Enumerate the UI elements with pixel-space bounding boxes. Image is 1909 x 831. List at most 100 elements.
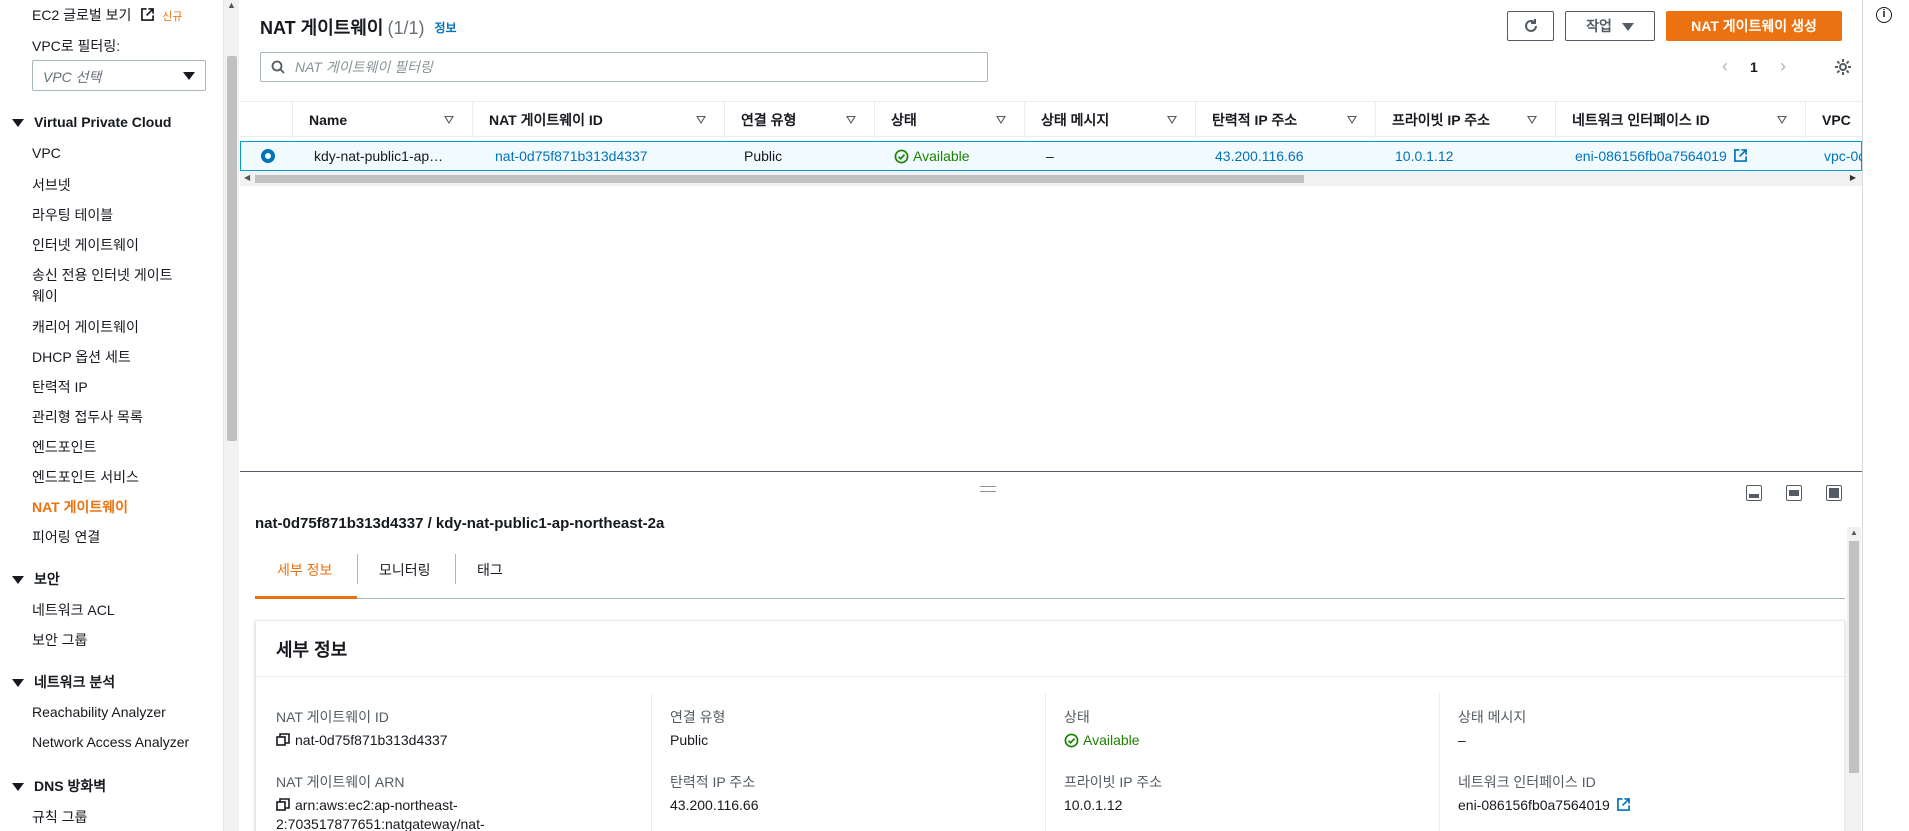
private-ip-value[interactable]: 10.0.1.12: [1064, 797, 1122, 813]
pagination-prev-icon[interactable]: ‹: [1722, 56, 1728, 77]
cell-eni-link[interactable]: eni-086156fb0a7564019: [1575, 142, 1805, 170]
sidebar-item-vpc[interactable]: VPC: [32, 145, 61, 161]
column-divider: [651, 693, 652, 831]
caret-down-icon: [183, 72, 195, 80]
table-horizontal-scrollbar[interactable]: ◀ ▶: [240, 172, 1862, 186]
sidebar-item-managed-prefix-lists[interactable]: 관리형 접두사 목록: [32, 407, 143, 427]
sort-icon[interactable]: [996, 116, 1006, 124]
caret-down-icon: [12, 679, 24, 688]
cell-elastic-ip-link[interactable]: 43.200.116.66: [1215, 142, 1365, 170]
copy-icon[interactable]: [276, 798, 290, 812]
table-row[interactable]: kdy-nat-public1-ap… nat-0d75f871b313d433…: [240, 141, 1862, 171]
sidebar-item-security-groups[interactable]: 보안 그룹: [32, 630, 87, 650]
split-scroll-thumb[interactable]: [1849, 541, 1859, 773]
column-header-state-message[interactable]: 상태 메시지: [1024, 102, 1195, 138]
vpc-filter-select[interactable]: VPC 선택: [32, 60, 206, 91]
cell-state-message: –: [1046, 148, 1054, 164]
resize-handle[interactable]: [980, 486, 996, 492]
column-header-eni[interactable]: 네트워크 인터페이스 ID: [1555, 102, 1805, 138]
sidebar-item-endpoints[interactable]: 엔드포인트: [32, 437, 96, 457]
new-badge: 신규: [162, 11, 183, 23]
sort-icon[interactable]: [1527, 116, 1537, 124]
actions-button[interactable]: 작업: [1565, 11, 1655, 41]
cell-nat-id-link[interactable]: nat-0d75f871b313d4337: [495, 142, 715, 170]
active-tab-indicator: [255, 596, 357, 599]
sort-icon[interactable]: [1167, 116, 1177, 124]
section-security[interactable]: 보안: [12, 569, 60, 589]
sidebar-item-rule-groups[interactable]: 규칙 그룹: [32, 807, 87, 827]
section-dns-firewall[interactable]: DNS 방화벽: [12, 776, 106, 796]
column-header-nat-id[interactable]: NAT 게이트웨이 ID: [472, 102, 724, 138]
column-header-private-ip[interactable]: 프라이빗 IP 주소: [1375, 102, 1555, 138]
elastic-ip-link[interactable]: 43.200.116.66: [670, 797, 759, 813]
sidebar-item-internet-gateways[interactable]: 인터넷 게이트웨이: [32, 235, 139, 255]
panel-full-icon[interactable]: [1826, 485, 1842, 501]
section-network-analysis[interactable]: 네트워크 분석: [12, 672, 115, 692]
tabs-divider: [255, 598, 1845, 599]
cell-private-ip[interactable]: 10.0.1.12: [1395, 142, 1545, 170]
sort-icon[interactable]: [696, 116, 706, 124]
panel-side-icon[interactable]: [1786, 485, 1802, 501]
sort-icon[interactable]: [846, 116, 856, 124]
sidebar-scroll-thumb[interactable]: [227, 56, 237, 441]
scroll-right-icon[interactable]: ▶: [1850, 173, 1856, 182]
sidebar-item-dhcp-options[interactable]: DHCP 옵션 세트: [32, 347, 131, 367]
ec2-global-view-link[interactable]: EC2 글로벌 보기 신규: [32, 5, 182, 25]
sidebar-item-egress-only-igw[interactable]: 송신 전용 인터넷 게이트: [32, 265, 172, 285]
sidebar-item-peering-connections[interactable]: 피어링 연결: [32, 527, 100, 547]
tab-monitoring[interactable]: 모니터링: [379, 560, 431, 580]
right-rail: [1863, 0, 1909, 831]
sidebar-scrollbar[interactable]: ▲: [223, 0, 239, 831]
scroll-left-icon[interactable]: ◀: [244, 173, 250, 182]
column-header-state[interactable]: 상태: [874, 102, 1024, 138]
state-message-value: –: [1458, 732, 1466, 748]
sort-icon[interactable]: [1347, 116, 1357, 124]
copy-icon[interactable]: [276, 733, 290, 747]
section-vpc[interactable]: Virtual Private Cloud: [12, 114, 171, 130]
table-scroll-thumb[interactable]: [255, 175, 1304, 183]
check-circle-icon: [1064, 733, 1079, 748]
split-panel-scrollbar[interactable]: ▲: [1847, 527, 1861, 831]
eni-link[interactable]: eni-086156fb0a7564019: [1458, 797, 1630, 813]
tab-tags[interactable]: 태그: [477, 560, 503, 580]
sidebar-item-egress-only-igw-line2[interactable]: 웨이: [32, 286, 58, 306]
caret-down-icon: [12, 576, 24, 585]
scroll-up-icon[interactable]: ▲: [227, 0, 236, 10]
column-header-name[interactable]: Name: [292, 102, 472, 138]
pagination-page-number[interactable]: 1: [1750, 59, 1758, 75]
page-title: NAT 게이트웨이 (1/1) 정보: [260, 18, 457, 38]
sidebar-item-reachability-analyzer[interactable]: Reachability Analyzer: [32, 704, 166, 720]
sidebar-item-carrier-gateways[interactable]: 캐리어 게이트웨이: [32, 317, 139, 337]
pagination-next-icon[interactable]: ›: [1780, 56, 1786, 77]
cell-vpc-link[interactable]: vpc-0c: [1824, 142, 1862, 170]
sidebar-item-network-access-analyzer[interactable]: Network Access Analyzer: [32, 734, 189, 750]
search-input[interactable]: NAT 게이트웨이 필터링: [260, 52, 988, 82]
column-header-connectivity[interactable]: 연결 유형: [724, 102, 874, 138]
row-radio-button[interactable]: [261, 149, 275, 163]
sort-icon[interactable]: [444, 116, 454, 124]
panel-bottom-icon[interactable]: [1746, 485, 1762, 501]
sort-icon[interactable]: [1777, 116, 1787, 124]
tab-divider: [357, 554, 358, 584]
sidebar-item-endpoint-services[interactable]: 엔드포인트 서비스: [32, 467, 139, 487]
split-panel: nat-0d75f871b313d4337 / kdy-nat-public1-…: [240, 471, 1862, 831]
refresh-button[interactable]: [1507, 11, 1554, 41]
external-link-icon: [1616, 798, 1630, 811]
info-link[interactable]: 정보: [434, 21, 456, 35]
info-icon[interactable]: i: [1876, 7, 1892, 23]
tab-details[interactable]: 세부 정보: [277, 560, 332, 580]
sidebar-item-nat-gateways[interactable]: NAT 게이트웨이: [32, 497, 128, 517]
sidebar-item-elastic-ip[interactable]: 탄력적 IP: [32, 377, 88, 397]
cell-connectivity: Public: [744, 148, 783, 164]
column-header-elastic-ip[interactable]: 탄력적 IP 주소: [1195, 102, 1375, 138]
item-count: (1/1): [387, 18, 425, 38]
sidebar-item-subnets[interactable]: 서브넷: [32, 175, 71, 195]
sidebar-item-route-tables[interactable]: 라우팅 테이블: [32, 205, 113, 225]
gear-icon[interactable]: [1834, 58, 1852, 76]
caret-down-icon: [12, 119, 24, 128]
create-nat-gateway-button[interactable]: NAT 게이트웨이 생성: [1666, 11, 1842, 41]
scroll-up-icon[interactable]: ▲: [1850, 528, 1858, 537]
sidebar-item-network-acls[interactable]: 네트워크 ACL: [32, 600, 115, 620]
nat-arn-label: NAT 게이트웨이 ARN: [276, 774, 405, 790]
column-header-vpc[interactable]: VPC: [1805, 102, 1862, 138]
